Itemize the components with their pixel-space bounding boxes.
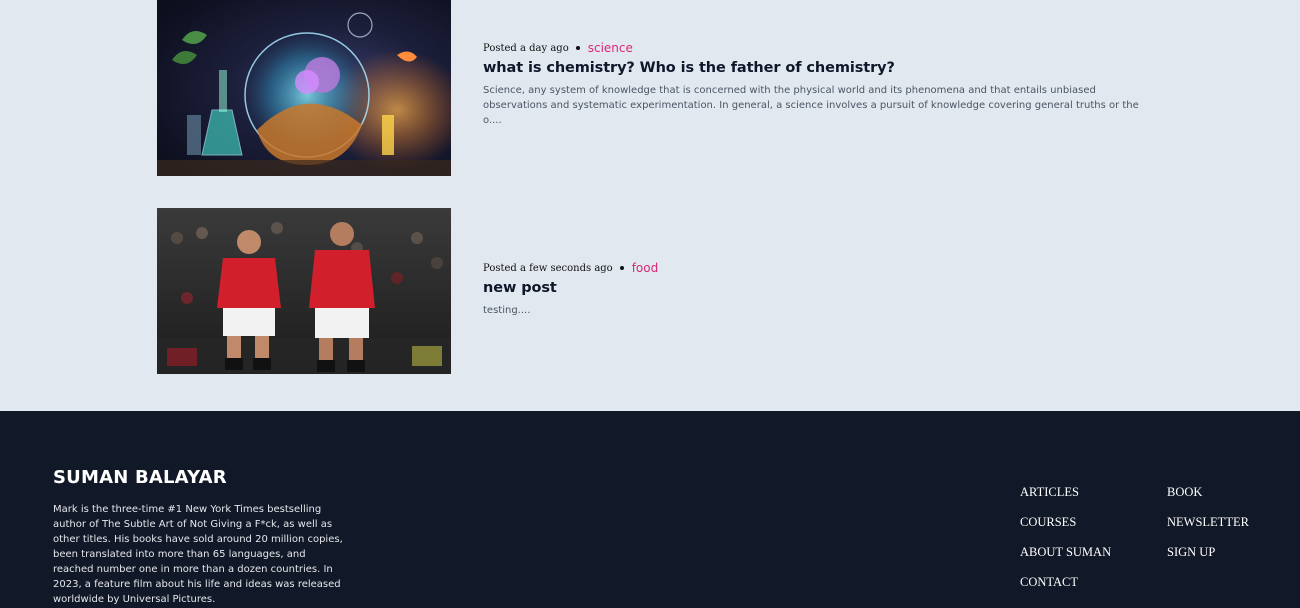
posted-time: Posted a day ago bbox=[483, 42, 569, 54]
footer-bio: Mark is the three-time #1 New York Times… bbox=[53, 504, 343, 605]
post-list: Posted a day ago science what is chemist… bbox=[1, 0, 1298, 411]
footer-link-articles[interactable]: ARTICLES bbox=[1020, 484, 1111, 514]
footer-nav-primary: ARTICLES COURSES ABOUT SUMAN CONTACT bbox=[1020, 484, 1111, 604]
footer-link-book[interactable]: BOOK bbox=[1167, 484, 1249, 514]
footer-link-newsletter[interactable]: NEWSLETTER bbox=[1167, 514, 1249, 544]
separator-dot bbox=[619, 266, 624, 270]
footer-link-signup[interactable]: SIGN UP bbox=[1167, 544, 1249, 574]
post-meta: Posted a day ago science bbox=[483, 41, 1143, 55]
footer-brand[interactable]: SUMAN BALAYAR bbox=[53, 467, 227, 488]
site-footer: SUMAN BALAYAR Mark is the three-time #1 … bbox=[0, 411, 1300, 608]
post-title[interactable]: new post bbox=[483, 280, 1143, 296]
footer-link-about[interactable]: ABOUT SUMAN bbox=[1020, 544, 1111, 574]
footer-nav-secondary: BOOK NEWSLETTER SIGN UP bbox=[1167, 484, 1249, 574]
posted-time: Posted a few seconds ago bbox=[483, 262, 613, 274]
post-thumbnail-football[interactable] bbox=[157, 208, 451, 374]
football-image bbox=[157, 208, 451, 374]
chemistry-image bbox=[157, 0, 451, 176]
post-content: Posted a day ago science what is chemist… bbox=[483, 41, 1143, 128]
category-link[interactable]: science bbox=[588, 41, 633, 55]
post-card[interactable]: Posted a day ago science what is chemist… bbox=[157, 0, 1157, 176]
post-excerpt: testing.... bbox=[483, 305, 531, 316]
post-card[interactable]: Posted a few seconds ago food new post t… bbox=[157, 208, 1157, 374]
category-link[interactable]: food bbox=[632, 261, 659, 275]
post-excerpt: Science, any system of knowledge that is… bbox=[483, 85, 1139, 126]
post-title[interactable]: what is chemistry? Who is the father of … bbox=[483, 60, 1143, 76]
post-meta: Posted a few seconds ago food bbox=[483, 261, 1143, 275]
separator-dot bbox=[575, 46, 580, 50]
footer-link-contact[interactable]: CONTACT bbox=[1020, 574, 1111, 604]
post-content: Posted a few seconds ago food new post t… bbox=[483, 261, 1143, 318]
footer-link-courses[interactable]: COURSES bbox=[1020, 514, 1111, 544]
post-thumbnail-chemistry[interactable] bbox=[157, 0, 451, 176]
